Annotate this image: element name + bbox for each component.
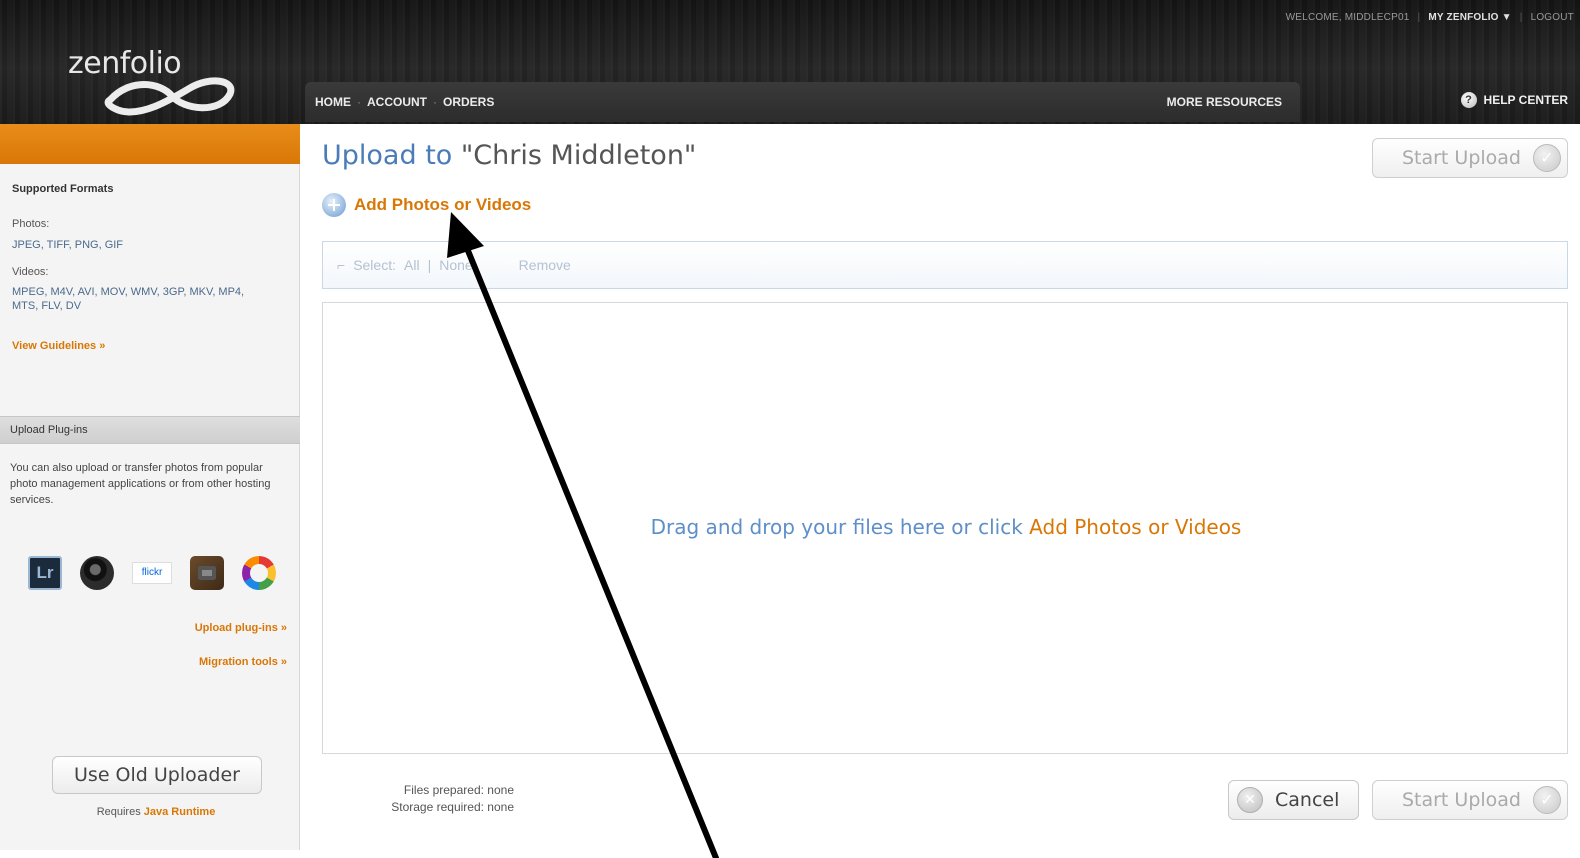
checkmark-icon: ✓ bbox=[1533, 144, 1561, 172]
drop-instructions: Drag and drop your files here or click A… bbox=[323, 515, 1569, 539]
select-divider: | bbox=[427, 257, 432, 273]
flickr-icon[interactable]: flickr bbox=[132, 562, 172, 584]
migration-tools-link[interactable]: Migration tools » bbox=[199, 656, 287, 668]
supported-formats-heading: Supported Formats bbox=[12, 183, 114, 195]
aperture-icon[interactable] bbox=[80, 556, 114, 590]
upload-plugins-link[interactable]: Upload plug-ins » bbox=[195, 622, 287, 634]
my-zenfolio-menu[interactable]: MY ZENFOLIO ▼ bbox=[1428, 12, 1511, 23]
title-gallery: "Chris Middleton" bbox=[460, 140, 697, 171]
sidebar-accent-bar bbox=[0, 124, 300, 164]
drop-add-link[interactable]: Add Photos or Videos bbox=[1029, 515, 1241, 539]
start-upload-button-top[interactable]: Start Upload ✓ bbox=[1372, 138, 1568, 178]
add-photos-videos-link[interactable]: Add Photos or Videos bbox=[322, 193, 531, 217]
plugin-icons: Lr flickr bbox=[28, 556, 276, 590]
photos-formats: JPEG, TIFF, PNG, GIF bbox=[12, 239, 124, 251]
start-upload-button-bottom[interactable]: Start Upload ✓ bbox=[1372, 780, 1568, 820]
page-title: Upload to "Chris Middleton" bbox=[322, 140, 696, 171]
main-nav: HOME · ACCOUNT · ORDERS MORE RESOURCES bbox=[305, 82, 1300, 122]
nav-orders[interactable]: ORDERS bbox=[443, 95, 494, 109]
cancel-icon: ✕ bbox=[1237, 787, 1263, 813]
start-upload-label: Start Upload bbox=[1401, 147, 1521, 169]
welcome-text: WELCOME, MIDDLECP01 bbox=[1285, 11, 1410, 23]
separator: | bbox=[1519, 11, 1523, 23]
help-center-label: HELP CENTER bbox=[1483, 93, 1568, 107]
requires-note: Requires Java Runtime bbox=[0, 806, 312, 818]
drop-zone[interactable]: Drag and drop your files here or click A… bbox=[322, 302, 1568, 754]
zenfolio-logo[interactable]: zenfolio bbox=[30, 36, 260, 116]
use-old-uploader-button[interactable]: Use Old Uploader bbox=[52, 756, 262, 794]
add-photos-videos-label: Add Photos or Videos bbox=[354, 195, 532, 214]
videos-label: Videos: bbox=[12, 266, 49, 278]
view-guidelines-link[interactable]: View Guidelines » bbox=[12, 340, 105, 352]
checkmark-icon: ✓ bbox=[1533, 786, 1561, 814]
select-all-link[interactable]: All bbox=[404, 257, 420, 273]
select-none-link[interactable]: None bbox=[439, 257, 472, 273]
header: WELCOME, MIDDLECP01 | MY ZENFOLIO ▼ | LO… bbox=[0, 0, 1580, 124]
cancel-button[interactable]: ✕ Cancel bbox=[1228, 780, 1359, 820]
select-label: Select: bbox=[353, 257, 396, 273]
title-prefix: Upload to bbox=[322, 140, 453, 171]
files-prepared: Files prepared: none bbox=[403, 783, 514, 797]
videos-formats: MPEG, M4V, AVI, MOV, WMV, 3GP, MKV, MP4,… bbox=[12, 286, 245, 312]
bottom-strip bbox=[0, 850, 1580, 858]
plugins-description: You can also upload or transfer photos f… bbox=[10, 462, 271, 506]
select-checkbox-icon[interactable]: ⌐ bbox=[337, 257, 345, 273]
top-user-bar: WELCOME, MIDDLECP01 | MY ZENFOLIO ▼ | LO… bbox=[1286, 8, 1574, 26]
sidebar: Supported Formats Photos: JPEG, TIFF, PN… bbox=[0, 124, 300, 850]
nav-separator: · bbox=[433, 95, 437, 109]
nav-account[interactable]: ACCOUNT bbox=[367, 95, 427, 109]
requires-prefix: Requires bbox=[96, 806, 141, 818]
logout-link[interactable]: LOGOUT bbox=[1531, 12, 1574, 23]
upload-stats: Files prepared: none Storage required: n… bbox=[340, 782, 514, 816]
nav-more-resources[interactable]: MORE RESOURCES bbox=[1167, 95, 1282, 109]
remove-link[interactable]: Remove bbox=[519, 257, 571, 273]
nav-separator: · bbox=[357, 95, 361, 109]
lightroom-icon[interactable]: Lr bbox=[28, 556, 62, 590]
help-icon: ? bbox=[1460, 92, 1477, 108]
photos-label: Photos: bbox=[12, 218, 50, 230]
iphoto-icon[interactable] bbox=[190, 556, 224, 590]
picasa-icon[interactable] bbox=[242, 556, 276, 590]
file-toolbar: ⌐ Select: All | None Remove bbox=[322, 241, 1568, 289]
drop-text-prefix: Drag and drop your files here or click bbox=[650, 515, 1023, 539]
upload-plugins-heading: Upload Plug-ins bbox=[0, 416, 300, 444]
logo-swoosh-icon bbox=[104, 77, 235, 116]
help-center-link[interactable]: ? HELP CENTER bbox=[1460, 92, 1568, 108]
start-upload-label: Start Upload bbox=[1401, 789, 1521, 811]
separator: | bbox=[1417, 11, 1421, 23]
storage-required: Storage required: none bbox=[391, 800, 514, 814]
nav-home[interactable]: HOME bbox=[315, 95, 351, 109]
cancel-label: Cancel bbox=[1275, 789, 1340, 811]
java-runtime-link[interactable]: Java Runtime bbox=[144, 806, 216, 818]
add-icon bbox=[322, 193, 346, 217]
